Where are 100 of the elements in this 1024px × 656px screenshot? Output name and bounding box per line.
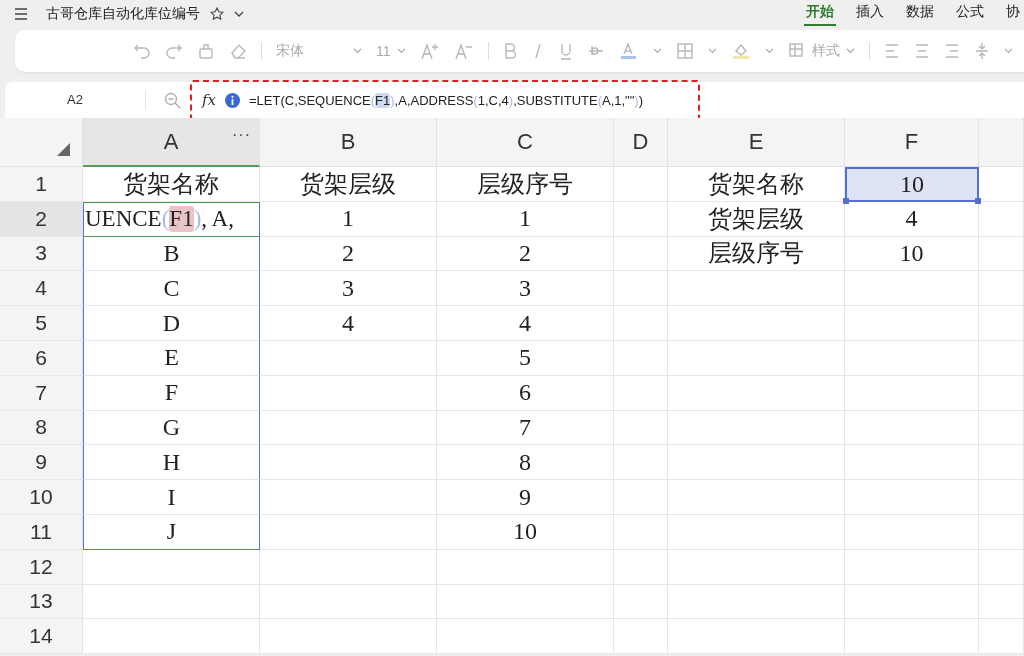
table-cell: H bbox=[83, 445, 260, 481]
table-cell: 6 bbox=[437, 375, 614, 411]
column-header[interactable] bbox=[979, 118, 1024, 167]
empty-cell bbox=[979, 514, 1024, 550]
decrease-font-icon[interactable] bbox=[453, 42, 474, 60]
row-header[interactable]: 14 bbox=[0, 619, 83, 655]
empty-cell bbox=[979, 341, 1024, 376]
function-button[interactable]: fx bbox=[202, 91, 216, 109]
row-header[interactable]: 10 bbox=[0, 480, 83, 515]
empty-cell bbox=[979, 306, 1024, 341]
eraser-icon[interactable] bbox=[229, 42, 247, 60]
empty-cell bbox=[979, 375, 1024, 411]
more-button[interactable]: ··· bbox=[232, 126, 251, 144]
caret-icon[interactable] bbox=[234, 11, 244, 17]
table-cell: 5 bbox=[437, 341, 614, 376]
styles-icon[interactable] bbox=[787, 42, 806, 60]
empty-cell bbox=[614, 410, 668, 446]
table-cell: 9 bbox=[437, 480, 614, 515]
table-cell: 4 bbox=[437, 306, 614, 341]
empty-cell bbox=[614, 201, 668, 237]
table-cell: 层级序号 bbox=[668, 236, 845, 272]
table-cell: 10 bbox=[437, 514, 614, 550]
document-title: 古哥仓库自动化库位编号 bbox=[46, 5, 200, 23]
undo-icon[interactable] bbox=[133, 42, 151, 60]
select-all-icon[interactable] bbox=[57, 143, 70, 156]
row-header[interactable]: 5 bbox=[0, 306, 83, 341]
table-cell: 货架层级 bbox=[260, 167, 437, 202]
row-header[interactable]: 4 bbox=[0, 271, 83, 307]
column-header[interactable]: F bbox=[845, 118, 979, 167]
empty-cell bbox=[979, 549, 1024, 585]
underline-icon[interactable] bbox=[558, 42, 573, 60]
empty-cell bbox=[614, 445, 668, 481]
redo-icon[interactable] bbox=[165, 42, 183, 60]
menu-icon[interactable] bbox=[14, 8, 28, 20]
empty-cell bbox=[614, 236, 668, 272]
ribbon-tab[interactable]: 插入 bbox=[854, 0, 886, 26]
merge-icon[interactable] bbox=[973, 42, 990, 60]
table-cell: G bbox=[83, 410, 260, 446]
cell-editor[interactable]: UENCE(F1), A, bbox=[83, 201, 260, 237]
table-cell: 7 bbox=[437, 410, 614, 446]
empty-cell bbox=[979, 236, 1024, 272]
table-cell: B bbox=[83, 236, 260, 272]
zoom-icon[interactable] bbox=[164, 91, 181, 109]
row-header[interactable]: 12 bbox=[0, 549, 83, 585]
row-header[interactable]: 13 bbox=[0, 584, 83, 620]
star-icon[interactable] bbox=[210, 7, 224, 21]
fill-color-icon[interactable] bbox=[730, 42, 751, 60]
table-cell: 10 bbox=[845, 236, 979, 272]
row-header[interactable]: 9 bbox=[0, 445, 83, 481]
table-cell: J bbox=[83, 514, 260, 550]
empty-cell bbox=[614, 549, 668, 585]
align-center-icon[interactable] bbox=[913, 42, 930, 60]
font-color-icon[interactable] bbox=[618, 42, 639, 60]
row-header[interactable]: 7 bbox=[0, 375, 83, 411]
table-cell: 10 bbox=[845, 167, 979, 202]
table-cell: 4 bbox=[260, 306, 437, 341]
bold-icon[interactable] bbox=[502, 42, 517, 60]
table-cell: 货架名称 bbox=[83, 167, 260, 202]
table-cell: 1 bbox=[437, 201, 614, 237]
formula-input[interactable]: =LET(C,SEQUENCE(F1),A,ADDRESS(1,C,4),SUBSTITUTE(A,1,"")) bbox=[249, 92, 644, 108]
row-header[interactable]: 1 bbox=[0, 167, 83, 202]
ribbon-tab[interactable]: 开始 bbox=[804, 0, 836, 26]
row-header[interactable]: 2 bbox=[0, 201, 83, 237]
ribbon-tab[interactable]: 协 bbox=[1004, 0, 1022, 26]
empty-cell bbox=[614, 271, 668, 307]
table-cell: 1 bbox=[260, 201, 437, 237]
align-right-icon[interactable] bbox=[943, 42, 960, 60]
table-cell: 2 bbox=[260, 236, 437, 272]
table-cell: E bbox=[83, 341, 260, 376]
table-cell: 3 bbox=[260, 271, 437, 307]
empty-cell bbox=[614, 584, 668, 620]
table-cell: C bbox=[83, 271, 260, 307]
empty-cell bbox=[614, 306, 668, 341]
table-cell: 8 bbox=[437, 445, 614, 481]
increase-font-icon[interactable] bbox=[419, 42, 440, 60]
empty-cell bbox=[614, 375, 668, 411]
table-cell: I bbox=[83, 480, 260, 515]
table-cell: 4 bbox=[845, 201, 979, 237]
table-cell: 货架层级 bbox=[668, 201, 845, 237]
borders-icon[interactable] bbox=[675, 42, 694, 60]
row-header[interactable]: 11 bbox=[0, 514, 83, 550]
ribbon-tab[interactable]: 公式 bbox=[954, 0, 986, 26]
column-header[interactable]: A ··· bbox=[83, 118, 260, 167]
column-header[interactable]: D bbox=[614, 118, 668, 167]
empty-cell bbox=[979, 410, 1024, 446]
empty-cell bbox=[614, 480, 668, 515]
row-header[interactable]: 3 bbox=[0, 236, 83, 272]
row-header[interactable]: 8 bbox=[0, 410, 83, 446]
column-header[interactable]: C bbox=[437, 118, 614, 167]
empty-cell bbox=[614, 341, 668, 376]
name-box[interactable]: A2 bbox=[5, 90, 146, 110]
column-header[interactable]: E bbox=[668, 118, 845, 167]
empty-cell bbox=[979, 445, 1024, 481]
ribbon-tab[interactable]: 数据 bbox=[904, 0, 936, 26]
align-left-icon[interactable] bbox=[883, 42, 900, 60]
row-header[interactable]: 6 bbox=[0, 341, 83, 376]
column-header[interactable]: B bbox=[260, 118, 437, 167]
table-cell: 层级序号 bbox=[437, 167, 614, 202]
info-icon[interactable] bbox=[224, 91, 241, 109]
table-cell: 3 bbox=[437, 271, 614, 307]
